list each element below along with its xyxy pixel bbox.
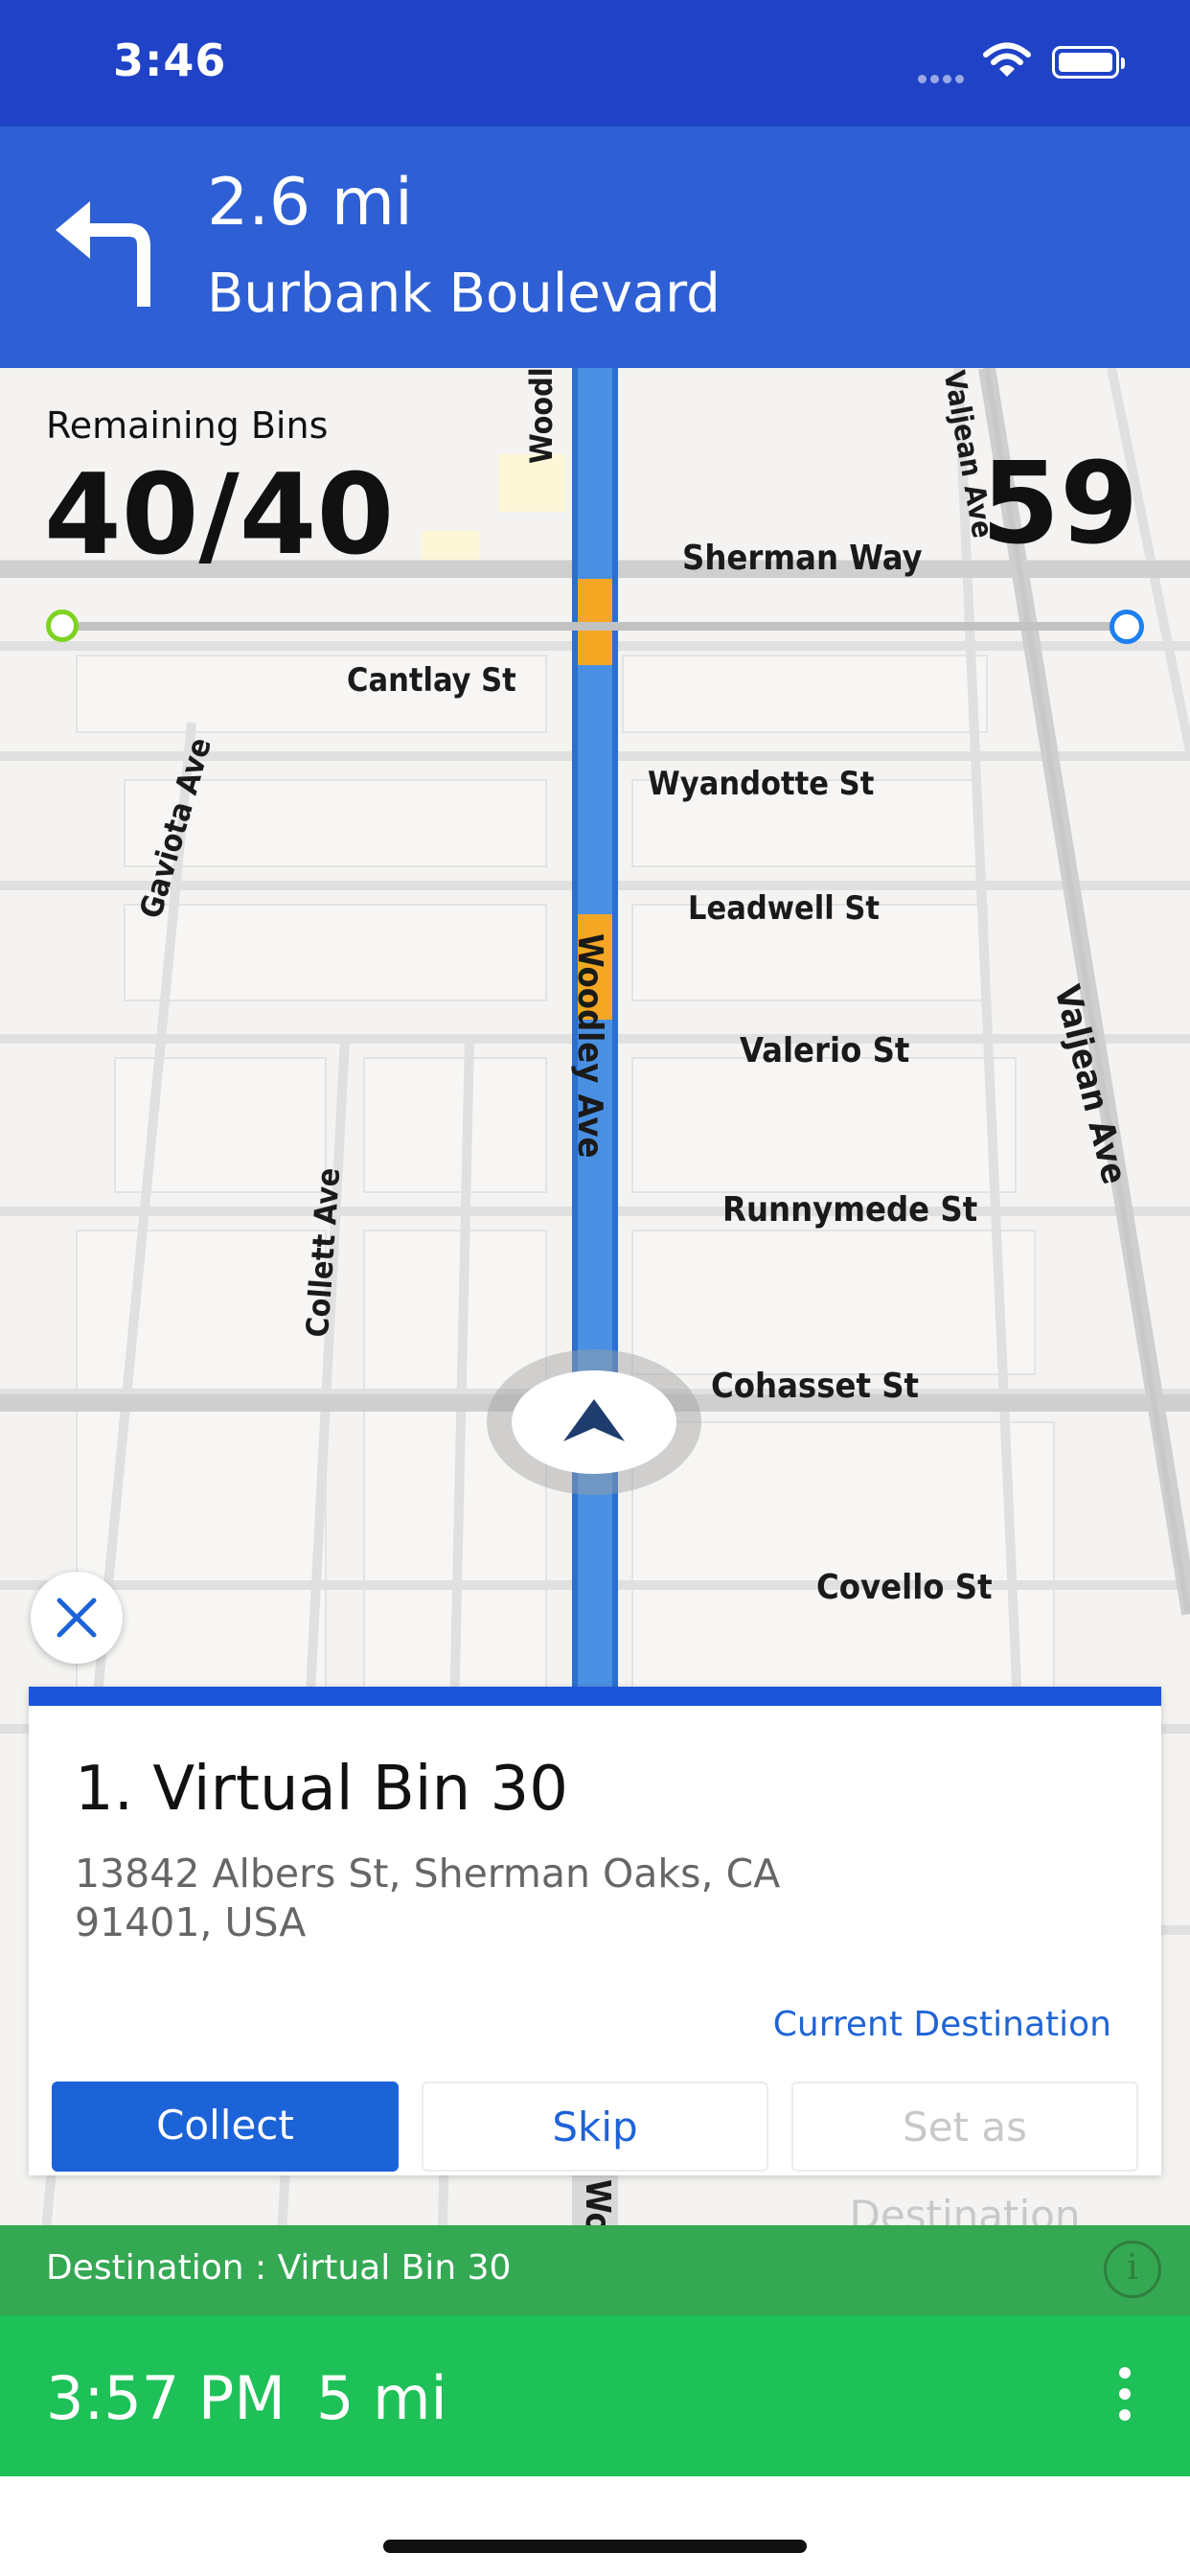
street-label-valerio-st: Valerio St (740, 1031, 910, 1070)
skip-button[interactable]: Skip (422, 2082, 768, 2172)
remaining-bins-count: 40/40 (44, 450, 395, 580)
eta-bar[interactable]: 3:57 PM 5 mi (0, 2315, 1190, 2476)
close-icon (57, 1598, 97, 1638)
street-label-woodley-ave: Woodley Ave (570, 933, 609, 1159)
maneuver-street: Burbank Boulevard (207, 263, 721, 325)
remaining-bins-label: Remaining Bins (46, 404, 329, 447)
eta-distance: 5 mi (316, 2363, 447, 2433)
destination-text: Destination : Virtual Bin 30 (46, 2248, 512, 2288)
street-label-wyandotte-st: Wyandotte St (648, 765, 875, 803)
street-label-sherman-way: Sherman Way (682, 539, 923, 578)
bin-address: 13842 Albers St, Sherman Oaks, CA 91401,… (75, 1851, 781, 1945)
bin-title: 1. Virtual Bin 30 (75, 1754, 568, 1825)
info-icon[interactable]: i (1104, 2241, 1161, 2298)
street-label-woodley-ave: Woodley Ave (523, 368, 560, 464)
street-label-covello-st: Covello St (816, 1568, 993, 1607)
status-bar: 3:46 (0, 0, 1190, 126)
route-start-marker (46, 610, 79, 642)
wifi-icon (983, 42, 1031, 77)
set-destination-button[interactable]: Set as Destination (791, 2082, 1138, 2239)
speed-readout: 59 (981, 437, 1139, 569)
street-label-cohasset-st: Cohasset St (711, 1367, 920, 1406)
user-location-puck[interactable] (487, 1349, 701, 1495)
street-label-leadwell-st: Leadwell St (688, 889, 881, 928)
bin-card: 1. Virtual Bin 30 13842 Albers St, Sherm… (29, 1687, 1161, 2239)
street-label-cantlay-st: Cantlay St (347, 661, 516, 700)
battery-icon (1052, 46, 1125, 79)
street-label-runnymede-st: Runnymede St (722, 1190, 978, 1230)
collect-button[interactable]: Collect (52, 2082, 399, 2172)
close-button[interactable] (31, 1572, 123, 1664)
maneuver-distance: 2.6 mi (207, 165, 413, 241)
signal-icon (918, 69, 973, 83)
bin-status: Current Destination (772, 2005, 1111, 2044)
more-options-icon[interactable] (1113, 2367, 1136, 2425)
turn-left-icon (56, 201, 150, 307)
route-end-marker (1110, 610, 1144, 644)
eta-time: 3:57 PM (46, 2363, 286, 2433)
navigation-banner[interactable]: 2.6 mi Burbank Boulevard (0, 126, 1190, 368)
home-indicator[interactable] (383, 2540, 807, 2553)
home-area (0, 2476, 1190, 2576)
status-time: 3:46 (113, 34, 227, 86)
destination-bar: Destination : Virtual Bin 30 i (0, 2225, 1190, 2315)
route-progress-bar (63, 622, 1125, 631)
navigation-arrow-icon (563, 1399, 625, 1441)
